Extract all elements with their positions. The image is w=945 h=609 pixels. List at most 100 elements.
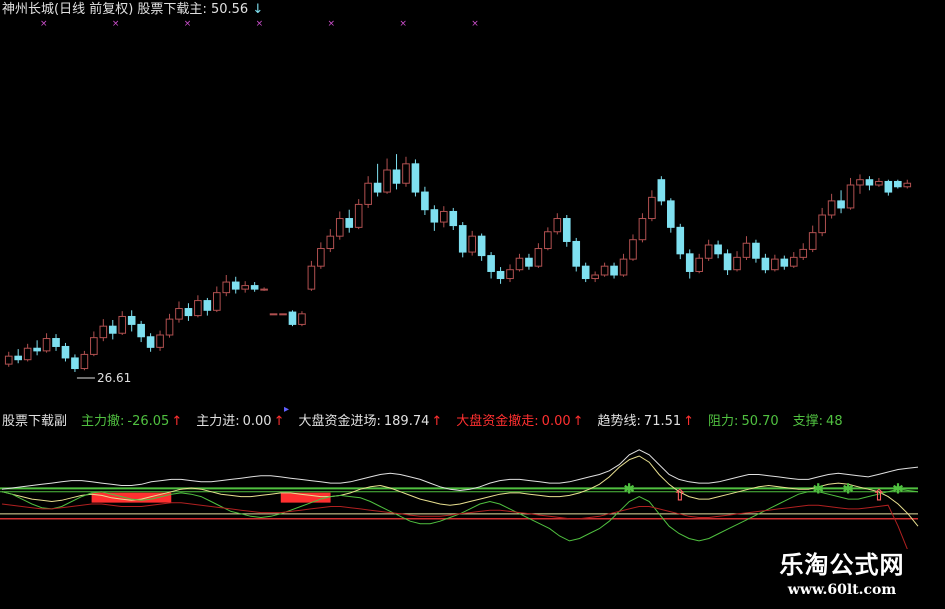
candle-body [364, 182, 372, 205]
fund-bar [280, 492, 331, 503]
candle-body [818, 214, 826, 234]
candle-body [619, 258, 628, 276]
candle-body [657, 179, 666, 202]
star-signal-icon: ✱ [623, 481, 635, 497]
sub-header-item: 阻力: 50.70 [708, 414, 779, 430]
watermark: 乐淘公式网 www.60lt.com [747, 549, 937, 605]
candle-body [572, 240, 581, 267]
candle-body [373, 182, 382, 193]
candle-body [317, 248, 325, 267]
candle-body [827, 200, 836, 216]
candle-body [269, 313, 278, 316]
candle-body [506, 269, 514, 280]
candle-body [534, 248, 543, 267]
candle-body [203, 300, 212, 311]
candle-body [865, 179, 874, 186]
candle-body [421, 191, 429, 211]
candle-body [733, 256, 741, 271]
sub-header-value: 71.51 [643, 414, 682, 429]
candle-body [742, 242, 751, 258]
sub-header-label: 大盘资金撤走: [456, 414, 539, 429]
candle-body [345, 218, 354, 228]
candle-body [856, 179, 864, 186]
candle-body [383, 169, 391, 193]
candle-body [213, 292, 221, 311]
sub-chart-header: 股票下载副 主力撤: -26.05 ↑ 主力进: 0.00 ↑ 大盘资金进场: 189.74 ↑ 大… [2, 414, 857, 430]
sub-header-item: 支撑: 48 [793, 414, 843, 430]
candle-body [553, 218, 562, 233]
signal-marker: × [40, 19, 48, 29]
candle-body [799, 248, 808, 258]
candle-body [52, 338, 60, 347]
sub-header-label: 大盘资金进场: [298, 414, 381, 429]
candle-body [127, 315, 136, 325]
candle-body [326, 235, 335, 250]
candle-body [581, 265, 590, 280]
candle-body [591, 274, 599, 280]
sub-header-label: 主力撤: [81, 414, 125, 429]
candle-body [468, 235, 476, 253]
candle-body [780, 258, 789, 267]
signal-marker: × [399, 19, 407, 29]
candle-body [80, 353, 89, 370]
candle-body [685, 253, 694, 272]
candle-body [648, 196, 656, 220]
sub-header-value: 189.74 [383, 414, 430, 429]
sub-header-item: 主力撤: -26.05 ↑ [81, 414, 182, 430]
oscillator-line-white [1, 449, 919, 492]
candle-body [288, 311, 297, 325]
candle-body [335, 218, 344, 237]
candle-body [761, 257, 770, 271]
watermark-url: www.60lt.com [787, 582, 897, 598]
candle-body [496, 270, 505, 280]
candle-body [837, 200, 845, 209]
candle-body [440, 210, 448, 223]
star-signal-icon: ✱ [812, 481, 824, 497]
candle-body [4, 355, 13, 365]
up-arrow-icon: ↑ [273, 414, 285, 429]
up-arrow-signal-icon: ⇧ [872, 485, 885, 504]
candle-body [90, 337, 98, 355]
candle-body [695, 257, 703, 272]
candle-body [704, 244, 713, 259]
candle-body [71, 357, 79, 370]
candle-body [250, 285, 259, 290]
candle-body [562, 218, 571, 242]
sub-header-label: 股票下载副 [2, 414, 68, 429]
sub-header-item: 股票下载副 [2, 414, 67, 430]
sub-header-label: 主力进: [196, 414, 240, 429]
down-arrow-icon: ↓ [252, 2, 264, 17]
candle-body [667, 200, 675, 228]
candle-body [23, 347, 32, 361]
candle-body [430, 209, 439, 223]
candle-body [99, 325, 108, 339]
candle-body [108, 325, 117, 334]
up-arrow-icon: ↑ [572, 414, 584, 429]
candle-body [676, 226, 685, 255]
signal-marker: × [112, 19, 120, 29]
indicator-label: 股票下载主 [137, 2, 203, 17]
candle-body [14, 355, 22, 361]
candle-body [846, 184, 855, 209]
candle-body [184, 308, 193, 317]
sub-header-item: 趋势线: 71.51 ↑ [598, 414, 695, 430]
sub-header-label: 支撑: [792, 414, 824, 429]
candle-body [771, 258, 779, 271]
star-signal-icon: ✱ [892, 481, 904, 497]
up-arrow-icon: ↑ [431, 414, 443, 429]
candle-body [231, 281, 240, 290]
watermark-title: 乐淘公式网 [779, 550, 905, 579]
candle-body [146, 336, 155, 348]
candle-body [525, 257, 533, 267]
main-chart-header: 神州长城(日线 前复权) 股票下载主: 50.56 ↓ [2, 2, 263, 18]
up-arrow-icon: ↑ [171, 414, 183, 429]
candle-body [638, 218, 647, 241]
price-chart[interactable]: × × × × × × ×26.61▸ [4, 19, 912, 415]
sub-header-value: 0.00 [242, 414, 272, 429]
candle-body [392, 169, 401, 184]
candle-body [194, 300, 202, 317]
candle-body [354, 203, 363, 228]
candle-body [894, 180, 902, 188]
candle-body [33, 347, 41, 352]
indicator-value: 50.56 [210, 2, 249, 17]
